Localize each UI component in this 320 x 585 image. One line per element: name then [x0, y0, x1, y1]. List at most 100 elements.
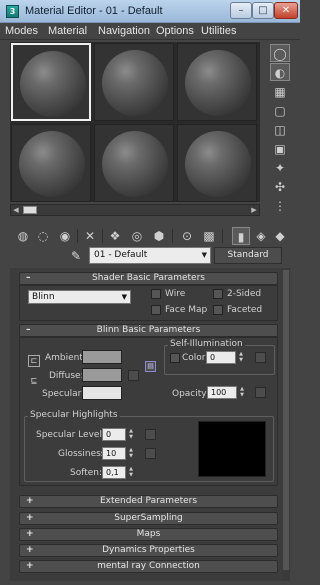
scroll-left-icon[interactable]: ◀: [11, 205, 21, 215]
spinner-arrows-icon[interactable]: ▲ ▼: [237, 351, 245, 364]
spinner-arrows-icon[interactable]: ▲ ▼: [238, 386, 246, 399]
self-illum-value-field[interactable]: 0: [206, 351, 236, 364]
reset-map-icon[interactable]: ✕: [81, 227, 99, 245]
diffuse-map-button[interactable]: [128, 370, 139, 381]
rollout-scrollbar[interactable]: [282, 268, 290, 581]
material-navigator-icon[interactable]: ⋮: [270, 197, 290, 215]
sample-slot[interactable]: [94, 43, 174, 121]
rollout-blinn-basic[interactable]: – Blinn Basic Parameters: [19, 324, 278, 337]
rollout-title: Blinn Basic Parameters: [96, 325, 201, 335]
put-to-library-icon[interactable]: ⬢: [150, 227, 168, 245]
sphere-preview-icon: [102, 50, 168, 116]
rollout-supersampling[interactable]: + SuperSampling: [19, 512, 278, 525]
rollout-maps[interactable]: + Maps: [19, 528, 278, 541]
glossiness-label: Glossiness:: [58, 449, 109, 459]
wire-checkbox[interactable]: [151, 289, 161, 299]
rollout-title: Maps: [136, 529, 161, 539]
scroll-right-icon[interactable]: ▶: [249, 205, 259, 215]
wire-label: Wire: [165, 289, 186, 299]
color-checkbox[interactable]: [170, 353, 180, 363]
ambient-color-swatch[interactable]: [82, 350, 122, 364]
sample-type-icon[interactable]: ◯: [270, 44, 290, 62]
options-icon[interactable]: ✦: [270, 159, 290, 177]
opacity-field[interactable]: 100: [207, 386, 237, 399]
menu-material[interactable]: Material: [48, 25, 87, 37]
get-material-icon[interactable]: ◍: [14, 227, 32, 245]
put-to-scene-icon[interactable]: ◌: [34, 227, 52, 245]
tiling-icon[interactable]: ▢: [270, 102, 290, 120]
soften-field[interactable]: 0,1: [102, 466, 126, 479]
opacity-map-button[interactable]: [255, 387, 266, 398]
menu-navigation[interactable]: Navigation: [98, 25, 150, 37]
glossiness-map-button[interactable]: [145, 448, 156, 459]
sphere-preview-icon: [185, 131, 251, 197]
lock-map-icon[interactable]: ▤: [145, 361, 156, 372]
video-check-icon[interactable]: ◫: [270, 121, 290, 139]
app-icon[interactable]: 3: [6, 5, 19, 18]
rollout-title: Shader Basic Parameters: [92, 273, 205, 283]
scroll-thumb[interactable]: [23, 206, 37, 214]
glossiness-field[interactable]: 10: [102, 447, 126, 460]
spinner-arrows-icon[interactable]: ▲ ▼: [127, 428, 135, 441]
menu-utilities[interactable]: Utilities: [201, 25, 236, 37]
sphere-preview-icon: [19, 131, 85, 197]
expand-icon: +: [26, 496, 34, 506]
backlight-icon[interactable]: ◐: [270, 63, 290, 81]
menu-modes[interactable]: Modes: [5, 25, 38, 37]
specular-level-map-button[interactable]: [145, 429, 156, 440]
highlight-curve-display: [198, 421, 266, 477]
rollout-extended-parameters[interactable]: + Extended Parameters: [19, 495, 278, 508]
show-end-result-icon[interactable]: ▮: [232, 227, 250, 245]
expand-icon: +: [26, 529, 34, 539]
chevron-down-icon: ▼: [201, 251, 207, 259]
two-sided-checkbox[interactable]: [213, 289, 223, 299]
specular-color-swatch[interactable]: [82, 386, 122, 400]
slots-scrollbar[interactable]: ◀ ▶: [10, 204, 260, 216]
material-type-button[interactable]: Standard: [214, 247, 282, 264]
lock-diffuse-specular-icon[interactable]: ⊑: [28, 376, 40, 388]
sample-slot[interactable]: [11, 43, 91, 121]
spinner-arrows-icon[interactable]: ▲ ▼: [127, 466, 135, 479]
rollout-title: mental ray Connection: [97, 561, 200, 571]
ambient-label: Ambient:: [45, 353, 86, 363]
go-to-parent-icon[interactable]: ◈: [252, 227, 270, 245]
material-id-channel-icon[interactable]: ⊙: [178, 227, 196, 245]
assign-to-selection-icon[interactable]: ◉: [56, 227, 74, 245]
background-icon[interactable]: ▦: [270, 83, 290, 101]
sample-slot[interactable]: [11, 124, 91, 202]
show-map-icon[interactable]: ▩: [200, 227, 218, 245]
sample-slot[interactable]: [94, 124, 174, 202]
material-name-field[interactable]: 01 - Default ▼: [89, 247, 211, 264]
copy-material-icon[interactable]: ❖: [106, 227, 124, 245]
rollout-mental-ray-connection[interactable]: + mental ray Connection: [19, 560, 278, 573]
scroll-thumb[interactable]: [283, 270, 289, 570]
face-map-checkbox[interactable]: [151, 305, 161, 315]
faceted-checkbox[interactable]: [213, 305, 223, 315]
minimize-button[interactable]: –: [230, 2, 252, 19]
make-unique-icon[interactable]: ◎: [128, 227, 146, 245]
sample-slot[interactable]: [177, 43, 257, 121]
rollout-title: SuperSampling: [114, 513, 183, 523]
select-by-material-icon[interactable]: ✣: [270, 178, 290, 196]
close-button[interactable]: ✕: [274, 2, 298, 19]
title-bar[interactable]: 3 Material Editor - 01 - Default – □ ✕: [0, 0, 300, 23]
shader-value: Blinn: [32, 292, 55, 302]
expand-icon: +: [26, 545, 34, 555]
lock-ambient-diffuse-icon[interactable]: ⊏: [28, 355, 40, 367]
menu-options[interactable]: Options: [156, 25, 194, 37]
make-preview-icon[interactable]: ▣: [270, 140, 290, 158]
expand-icon: +: [26, 561, 34, 571]
eyedropper-icon[interactable]: ✎: [68, 248, 84, 264]
go-forward-icon[interactable]: ◆: [271, 227, 289, 245]
sample-slots-grid: [10, 42, 260, 202]
self-illum-map-button[interactable]: [255, 352, 266, 363]
shader-dropdown[interactable]: Blinn ▼: [28, 290, 131, 304]
rollout-shader-basic[interactable]: – Shader Basic Parameters: [19, 272, 278, 285]
collapse-icon: –: [26, 273, 31, 283]
maximize-button[interactable]: □: [252, 2, 274, 19]
specular-level-field[interactable]: 0: [102, 428, 126, 441]
diffuse-color-swatch[interactable]: [82, 368, 122, 382]
rollout-dynamics-properties[interactable]: + Dynamics Properties: [19, 544, 278, 557]
spinner-arrows-icon[interactable]: ▲ ▼: [127, 447, 135, 460]
sample-slot[interactable]: [177, 124, 257, 202]
